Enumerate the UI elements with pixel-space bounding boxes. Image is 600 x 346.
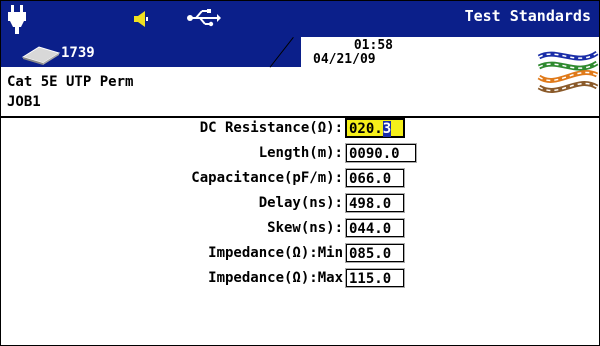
impedance-min-label: Impedance(Ω):Min — [208, 245, 343, 261]
usb-icon — [187, 9, 221, 27]
delay-label: Delay(ns): — [258, 195, 343, 211]
job-name-label: JOB1 — [7, 94, 41, 110]
field-row-impedance-min: Impedance(Ω):Min 085.0 — [1, 243, 599, 264]
record-count: 1739 — [61, 45, 95, 61]
clock-date: 04/21/09 — [313, 52, 376, 67]
impedance-max-field[interactable]: 115.0 — [345, 268, 405, 288]
length-field[interactable]: 0090.0 — [345, 143, 417, 163]
dc-resistance-label: DC Resistance(Ω): — [199, 120, 343, 136]
text-cursor: 3 — [382, 121, 392, 137]
screen-frame: Test Standards 1739 01:58 04/21/09 Cat 5… — [0, 0, 600, 346]
field-row-dc-resistance: DC Resistance(Ω): 020.3 — [1, 118, 599, 139]
delay-field[interactable]: 498.0 — [345, 193, 405, 213]
cable-icon — [537, 47, 599, 99]
skew-field[interactable]: 044.0 — [345, 218, 405, 238]
cable-type-label: Cat 5E UTP Perm — [7, 74, 134, 90]
page-title: Test Standards — [464, 7, 591, 25]
speaker-icon — [134, 10, 150, 28]
skew-label: Skew(ns): — [267, 220, 343, 236]
power-plug-icon — [7, 5, 27, 35]
impedance-max-label: Impedance(Ω):Max — [208, 270, 343, 286]
clock-time: 01:58 — [353, 38, 393, 53]
capacitance-label: Capacitance(pF/m): — [191, 170, 343, 186]
field-row-delay: Delay(ns): 498.0 — [1, 193, 599, 214]
capacitance-field[interactable]: 066.0 — [345, 168, 405, 188]
memory-tray-icon — [21, 43, 61, 65]
header-divider-line — [1, 116, 599, 118]
impedance-min-field[interactable]: 085.0 — [345, 243, 405, 263]
field-row-capacitance: Capacitance(pF/m): 066.0 — [1, 168, 599, 189]
length-label: Length(m): — [258, 145, 343, 161]
field-row-length: Length(m): 0090.0 — [1, 143, 599, 164]
dc-resistance-field[interactable]: 020.3 — [345, 118, 405, 138]
status-header: Test Standards 1739 01:58 04/21/09 — [1, 1, 599, 93]
field-row-skew: Skew(ns): 044.0 — [1, 218, 599, 239]
dc-resistance-value: 020. — [349, 121, 383, 137]
field-row-impedance-max: Impedance(Ω):Max 115.0 — [1, 268, 599, 289]
